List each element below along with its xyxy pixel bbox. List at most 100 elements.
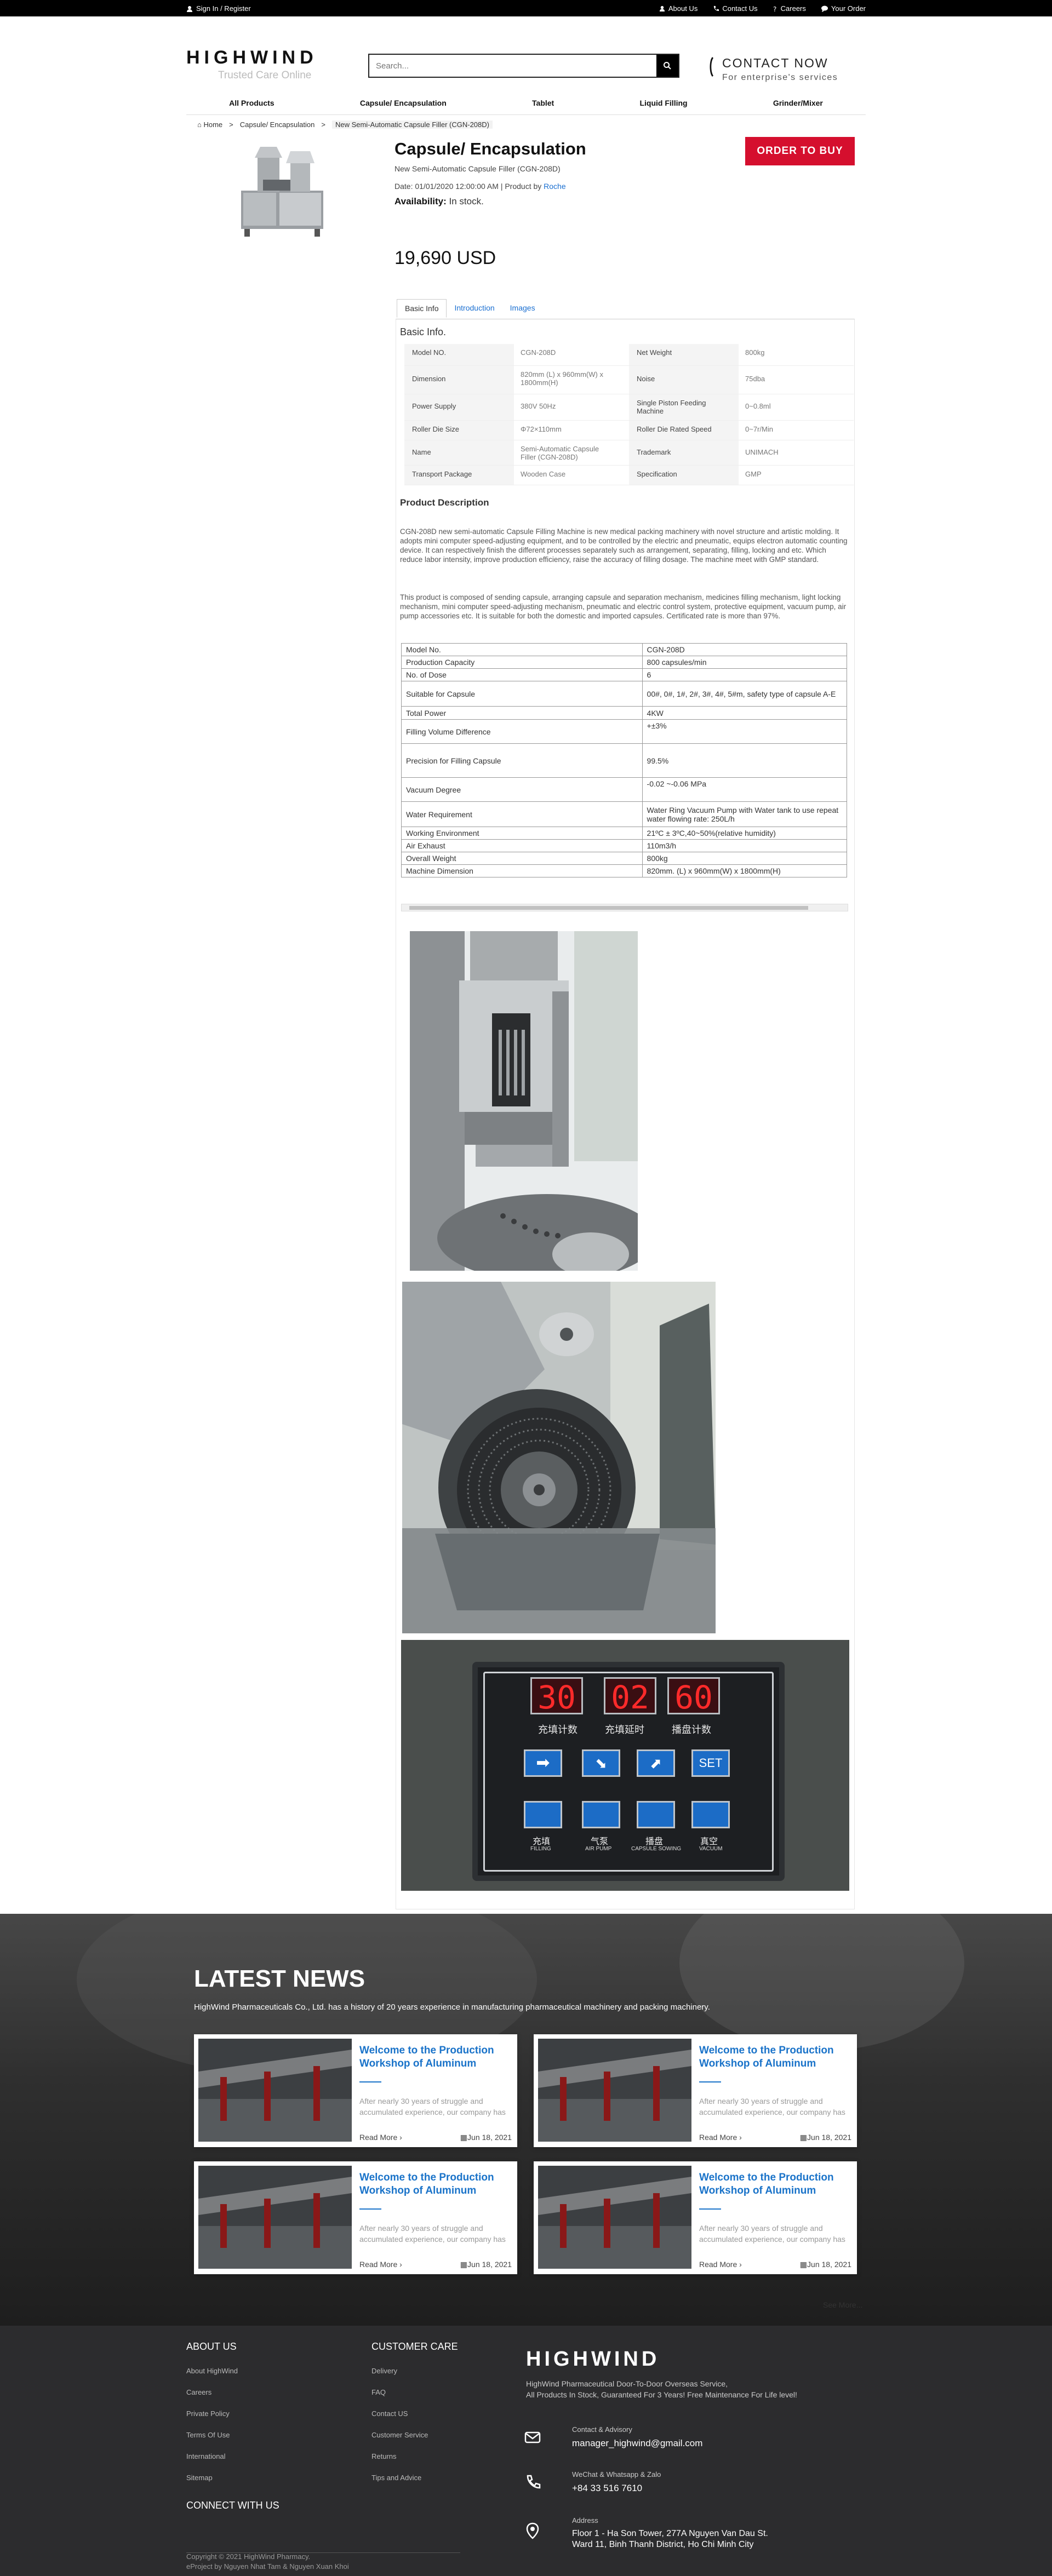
table-row: Roller Die Size Φ72×110mm Roller Die Rate… (404, 421, 854, 440)
user-icon (187, 5, 192, 12)
button-label-en: FILLING (530, 1846, 551, 1852)
nav-capsule[interactable]: Capsule/ Encapsulation (360, 96, 447, 114)
footer-link[interactable]: Returns (371, 2452, 458, 2474)
connect-heading: CONNECT WITH US (186, 2500, 279, 2511)
spec-value: 6 (642, 668, 848, 681)
news-card[interactable]: Welcome to the Production Workshop of Al… (194, 2161, 517, 2274)
counter-label: 充填计数 (538, 1724, 578, 1736)
nav-tablet[interactable]: Tablet (532, 96, 554, 114)
footer-link[interactable]: Careers (186, 2388, 238, 2409)
order-button[interactable]: ORDER TO BUY (745, 137, 855, 165)
news-date-text: Jun 18, 2021 (807, 2133, 851, 2142)
table-row: Model NO. CGN-208D Net Weight 800kg (404, 344, 854, 366)
footer-phone-value[interactable]: +84 33 516 7610 (572, 2483, 661, 2494)
user-icon (659, 5, 665, 12)
news-card-desc: After nearly 30 years of struggle and ac… (359, 2097, 506, 2116)
spec-value: CGN-208D (642, 643, 848, 656)
spec-key: Overall Weight (401, 852, 643, 865)
info-value: 75dba (745, 375, 765, 383)
tab-basic-info[interactable]: Basic Info (397, 299, 447, 318)
news-intro: HighWind Pharmaceuticals Co., Ltd. has a… (194, 2003, 710, 2012)
footer-link[interactable]: FAQ (371, 2388, 458, 2409)
logo[interactable]: HIGHWIND Trusted Care Online (186, 47, 318, 82)
footer-phone-label: WeChat & Whatsapp & Zalo (572, 2470, 661, 2479)
basic-info-table: Model NO. CGN-208D Net Weight 800kg Dimens… (404, 344, 854, 485)
footer-link[interactable]: Delivery (371, 2367, 458, 2388)
calendar-icon: ▦ (460, 2133, 468, 2142)
footer-link[interactable]: Tips and Advice (371, 2474, 458, 2495)
table-row: No. of Dose 6 (401, 668, 848, 681)
footer-brand-desc: HighWind Pharmaceutical Door-To-Door Ove… (526, 2378, 797, 2400)
search-input[interactable] (369, 55, 656, 77)
nav-grinder-mixer[interactable]: Grinder/Mixer (773, 96, 823, 114)
order-link[interactable]: Your Order (821, 4, 866, 13)
news-date: ▦Jun 18, 2021 (460, 2260, 512, 2269)
contact-title: CONTACT NOW (722, 56, 828, 70)
signin-label: Sign In / Register (196, 4, 251, 13)
news-card-title[interactable]: Welcome to the Production Workshop of Al… (359, 2171, 502, 2198)
news-card[interactable]: Welcome to the Production Workshop of Al… (534, 2034, 857, 2147)
news-card[interactable]: Welcome to the Production Workshop of Al… (194, 2034, 517, 2147)
product-brand-link[interactable]: Roche (544, 182, 565, 191)
info-key: Power Supply (404, 394, 514, 420)
table-row: Suitable for Capsule 00#, 0#, 1#, 2#, 3#,… (401, 681, 848, 707)
tab-introduction[interactable]: Introduction (447, 299, 502, 318)
breadcrumb-home[interactable]: ⌂ Home (197, 121, 222, 129)
down-button: ⬊ (582, 1749, 620, 1777)
scrollbar-thumb[interactable] (409, 906, 808, 910)
news-image (538, 2039, 691, 2142)
news-card[interactable]: Welcome to the Production Workshop of Al… (534, 2161, 857, 2274)
spec-value: 99.5% (642, 743, 848, 778)
footer-link[interactable]: Contact US (371, 2409, 458, 2431)
see-more-link[interactable]: See More... (823, 2300, 862, 2309)
read-more-link[interactable]: Read More › (699, 2133, 742, 2142)
careers-link[interactable]: ? Careers (773, 4, 806, 13)
home-icon: ⌂ (197, 121, 202, 129)
email-icon (524, 2431, 541, 2443)
table-row: Overall Weight 800kg (401, 852, 848, 865)
info-value: Φ72×110mm (521, 425, 562, 433)
news-card-title[interactable]: Welcome to the Production Workshop of Al… (359, 2044, 502, 2070)
counter-label: 充填延时 (605, 1724, 644, 1736)
read-more-link[interactable]: Read More › (359, 2133, 402, 2142)
spec-value: 800kg (642, 852, 848, 865)
news-image (198, 2166, 352, 2269)
search-button[interactable] (656, 55, 678, 77)
spec-value: Water Ring Vacuum Pump with Water tank t… (642, 801, 848, 827)
news-date-text: Jun 18, 2021 (467, 2133, 512, 2142)
contact-now[interactable]: CONTACT NOW For enterprise's services (706, 56, 838, 83)
read-more-link[interactable]: Read More › (699, 2260, 742, 2269)
info-key: Model NO. (404, 344, 514, 365)
machine-closeup-image (410, 931, 638, 1271)
spec-value: 4KW (642, 706, 848, 720)
news-date: ▦Jun 18, 2021 (800, 2260, 851, 2269)
horizontal-scrollbar[interactable] (401, 904, 848, 911)
footer-link[interactable]: International (186, 2452, 238, 2474)
about-link[interactable]: About Us (659, 4, 697, 13)
table-row: Transport Package Wooden Case Specificati… (404, 466, 854, 485)
spec-value: 00#, 0#, 1#, 2#, 3#, 4#, 5#m, safety typ… (642, 681, 848, 707)
footer-address-line: Floor 1 - Ha Son Tower, 277A Nguyen Van … (572, 2529, 768, 2538)
footer-link[interactable]: Private Policy (186, 2409, 238, 2431)
footer-link[interactable]: About HighWind (186, 2367, 238, 2388)
news-card-title[interactable]: Welcome to the Production Workshop of Al… (699, 2044, 842, 2070)
signin-link[interactable]: Sign In / Register (186, 4, 251, 13)
project-credit: eProject by Nguyen Nhat Tam & Nguyen Xua… (186, 2562, 349, 2571)
nav-liquid-filling[interactable]: Liquid Filling (639, 96, 687, 114)
footer-email: Contact & Advisory manager_highwind@gmai… (572, 2425, 702, 2449)
nav-all-products[interactable]: All Products (229, 96, 274, 114)
tab-images[interactable]: Images (502, 299, 543, 318)
footer-link[interactable]: Terms Of Use (186, 2431, 238, 2452)
footer-email-value[interactable]: manager_highwind@gmail.com (572, 2438, 702, 2449)
footer-email-label: Contact & Advisory (572, 2425, 632, 2434)
footer-link[interactable]: Sitemap (186, 2474, 238, 2495)
breadcrumb-category[interactable]: Capsule/ Encapsulation (240, 121, 315, 129)
footer-link[interactable]: Customer Service (371, 2431, 458, 2452)
read-more-link[interactable]: Read More › (359, 2260, 402, 2269)
contact-link[interactable]: Contact Us (713, 4, 758, 13)
spec-key: Production Capacity (401, 656, 643, 669)
spec-key: Filling Volume Difference (401, 719, 643, 744)
news-card-title[interactable]: Welcome to the Production Workshop of Al… (699, 2171, 842, 2198)
breadcrumb-sep: > (321, 121, 325, 129)
spec-key: Machine Dimension (401, 864, 643, 877)
